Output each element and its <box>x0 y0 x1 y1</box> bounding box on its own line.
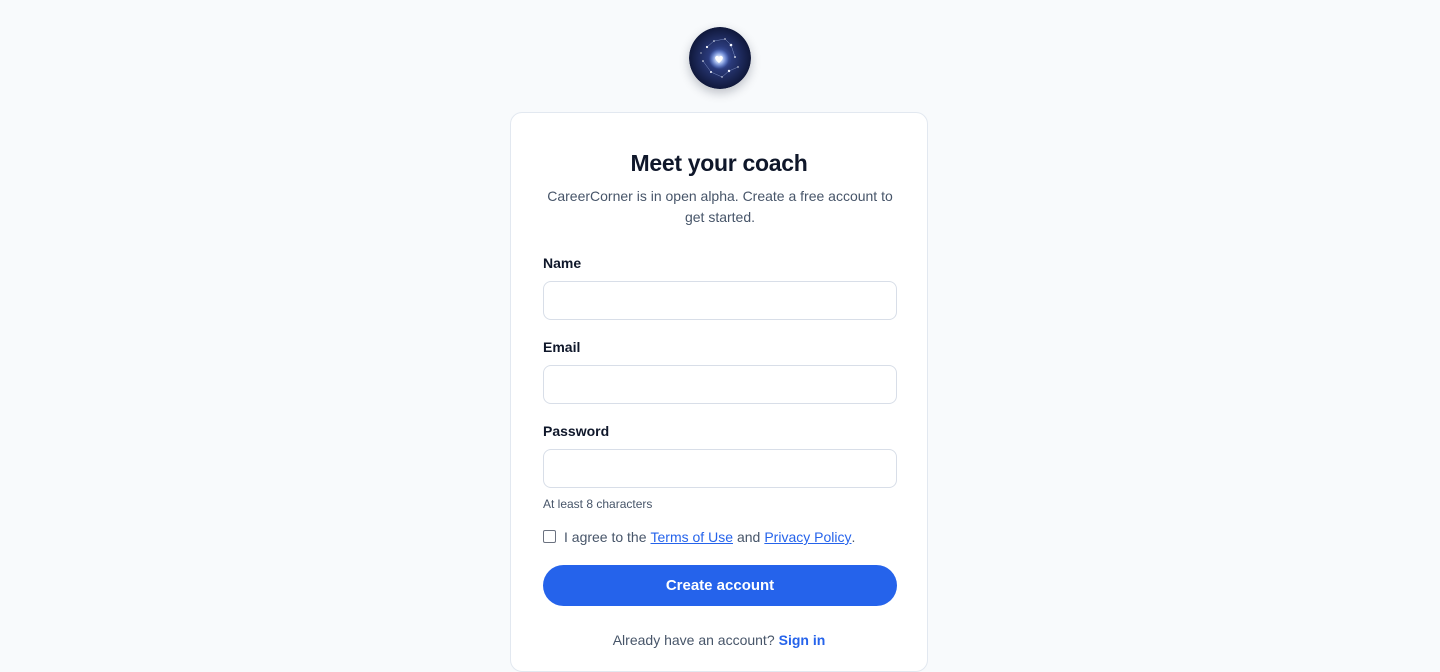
terms-agreement: I agree to the Terms of Use and Privacy … <box>543 529 855 545</box>
starry-sky-logo-icon <box>689 27 751 89</box>
agree-and-text: and <box>736 529 761 545</box>
page-title: Meet your coach <box>630 150 808 176</box>
password-label: Password <box>543 423 610 439</box>
app-logo <box>689 27 751 89</box>
name-input[interactable] <box>543 281 897 320</box>
signin-prompt: Already have an account? Sign in <box>511 632 927 648</box>
terms-of-use-link[interactable]: Terms of Use <box>651 529 733 545</box>
signin-link[interactable]: Sign in <box>779 632 826 648</box>
agree-checkbox[interactable] <box>543 529 556 543</box>
signup-card: Meet your coach CareerCorner is in open … <box>510 112 928 672</box>
create-account-button[interactable]: Create account <box>543 565 897 606</box>
privacy-policy-link[interactable]: Privacy Policy <box>764 529 851 545</box>
page-subtitle: CareerCorner is in open alpha. Create a … <box>547 188 893 225</box>
agree-suffix-text: . <box>851 529 856 545</box>
signin-prompt-text: Already have an account? <box>612 632 775 648</box>
name-label: Name <box>543 255 582 271</box>
email-input[interactable] <box>543 365 897 404</box>
password-input[interactable] <box>543 449 897 488</box>
email-label: Email <box>543 339 581 355</box>
password-hint: At least 8 characters <box>543 497 653 511</box>
agree-prefix-text: I agree to the <box>564 529 647 545</box>
